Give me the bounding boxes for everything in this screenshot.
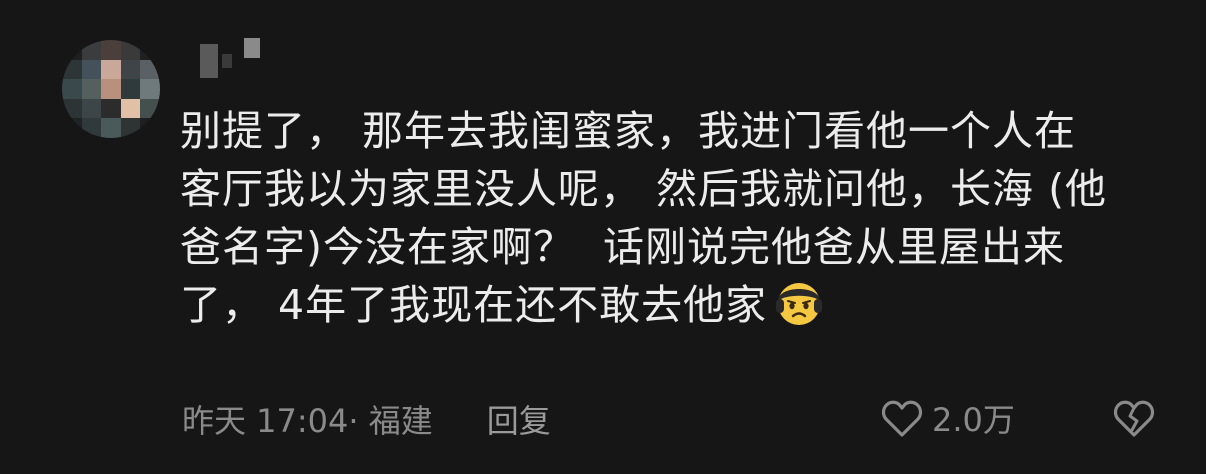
username-blurred[interactable] — [200, 38, 270, 78]
worried-face-icon — [776, 283, 823, 325]
comment-meta: 昨天 17:04· 福建 回复 — [182, 394, 551, 444]
comment-line: 别提了， 那年去我闺蜜家，我进门看他一个人在 — [180, 107, 1077, 155]
comment-line: 客厅我以为家里没人呢， 然后我就问他，长海 (他 — [180, 165, 1108, 213]
comment-line: 爸名字)今没在家啊？ 话刚说完他爸从里屋出来 — [180, 223, 1066, 271]
comment-time-location: 昨天 17:04· 福建 — [182, 402, 433, 440]
like-button[interactable]: 2.0万 — [878, 392, 1015, 444]
heart-outline-icon — [881, 400, 923, 437]
comment-line-last: 了， 4年了我现在还不敢去他家 — [180, 276, 1170, 334]
comment-line-text: 了， 4年了我现在还不敢去他家 — [180, 281, 768, 329]
comment-text: 别提了， 那年去我闺蜜家，我进门看他一个人在 客厅我以为家里没人呢， 然后我就问… — [180, 102, 1170, 334]
avatar[interactable] — [62, 40, 160, 138]
broken-heart-icon[interactable] — [1110, 394, 1158, 442]
reply-button[interactable]: 回复 — [487, 396, 551, 442]
like-count: 2.0万 — [932, 401, 1015, 439]
